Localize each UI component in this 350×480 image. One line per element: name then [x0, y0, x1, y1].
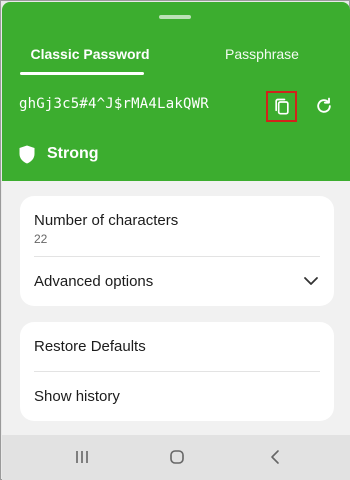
- back-icon: [271, 450, 279, 464]
- system-navigation-bar: [2, 435, 350, 480]
- home-button[interactable]: [165, 447, 189, 467]
- show-history-button[interactable]: Show history: [20, 372, 334, 421]
- back-button[interactable]: [263, 447, 287, 467]
- refresh-icon: [317, 97, 331, 113]
- settings-card: Number of characters 22 Advanced options: [20, 196, 334, 306]
- shield-icon: [19, 145, 35, 163]
- strength-label: Strong: [47, 145, 99, 162]
- number-of-characters-label: Number of characters: [34, 212, 179, 229]
- password-generator-sheet: Classic Password Passphrase ghGj3c5#4^J$…: [2, 2, 350, 435]
- device-frame: Classic Password Passphrase ghGj3c5#4^J$…: [0, 0, 350, 480]
- active-tab-indicator: [20, 72, 144, 75]
- generator-header: Classic Password Passphrase ghGj3c5#4^J$…: [2, 2, 350, 181]
- show-history-label: Show history: [34, 388, 120, 405]
- home-icon: [170, 450, 184, 464]
- number-of-characters-value: 22: [34, 232, 48, 246]
- restore-defaults-button[interactable]: Restore Defaults: [20, 322, 334, 371]
- advanced-options-label: Advanced options: [34, 273, 154, 290]
- recents-button[interactable]: [70, 447, 94, 467]
- tab-classic-password[interactable]: Classic Password: [20, 46, 160, 66]
- generated-password: ghGj3c5#4^J$rMA4LakQWR: [19, 96, 209, 112]
- actions-card: Restore Defaults Show history: [20, 322, 334, 421]
- password-strength: Strong: [19, 143, 99, 165]
- copy-password-button[interactable]: [266, 91, 297, 122]
- advanced-options-row[interactable]: Advanced options: [20, 257, 334, 306]
- restore-defaults-label: Restore Defaults: [34, 338, 146, 355]
- chevron-down-icon: [304, 277, 318, 285]
- regenerate-password-button[interactable]: [310, 92, 338, 120]
- recents-icon: [76, 451, 88, 463]
- drag-handle[interactable]: [159, 15, 191, 19]
- tab-passphrase[interactable]: Passphrase: [192, 46, 332, 66]
- number-of-characters-row[interactable]: Number of characters 22: [20, 196, 334, 256]
- copy-icon: [274, 98, 289, 114]
